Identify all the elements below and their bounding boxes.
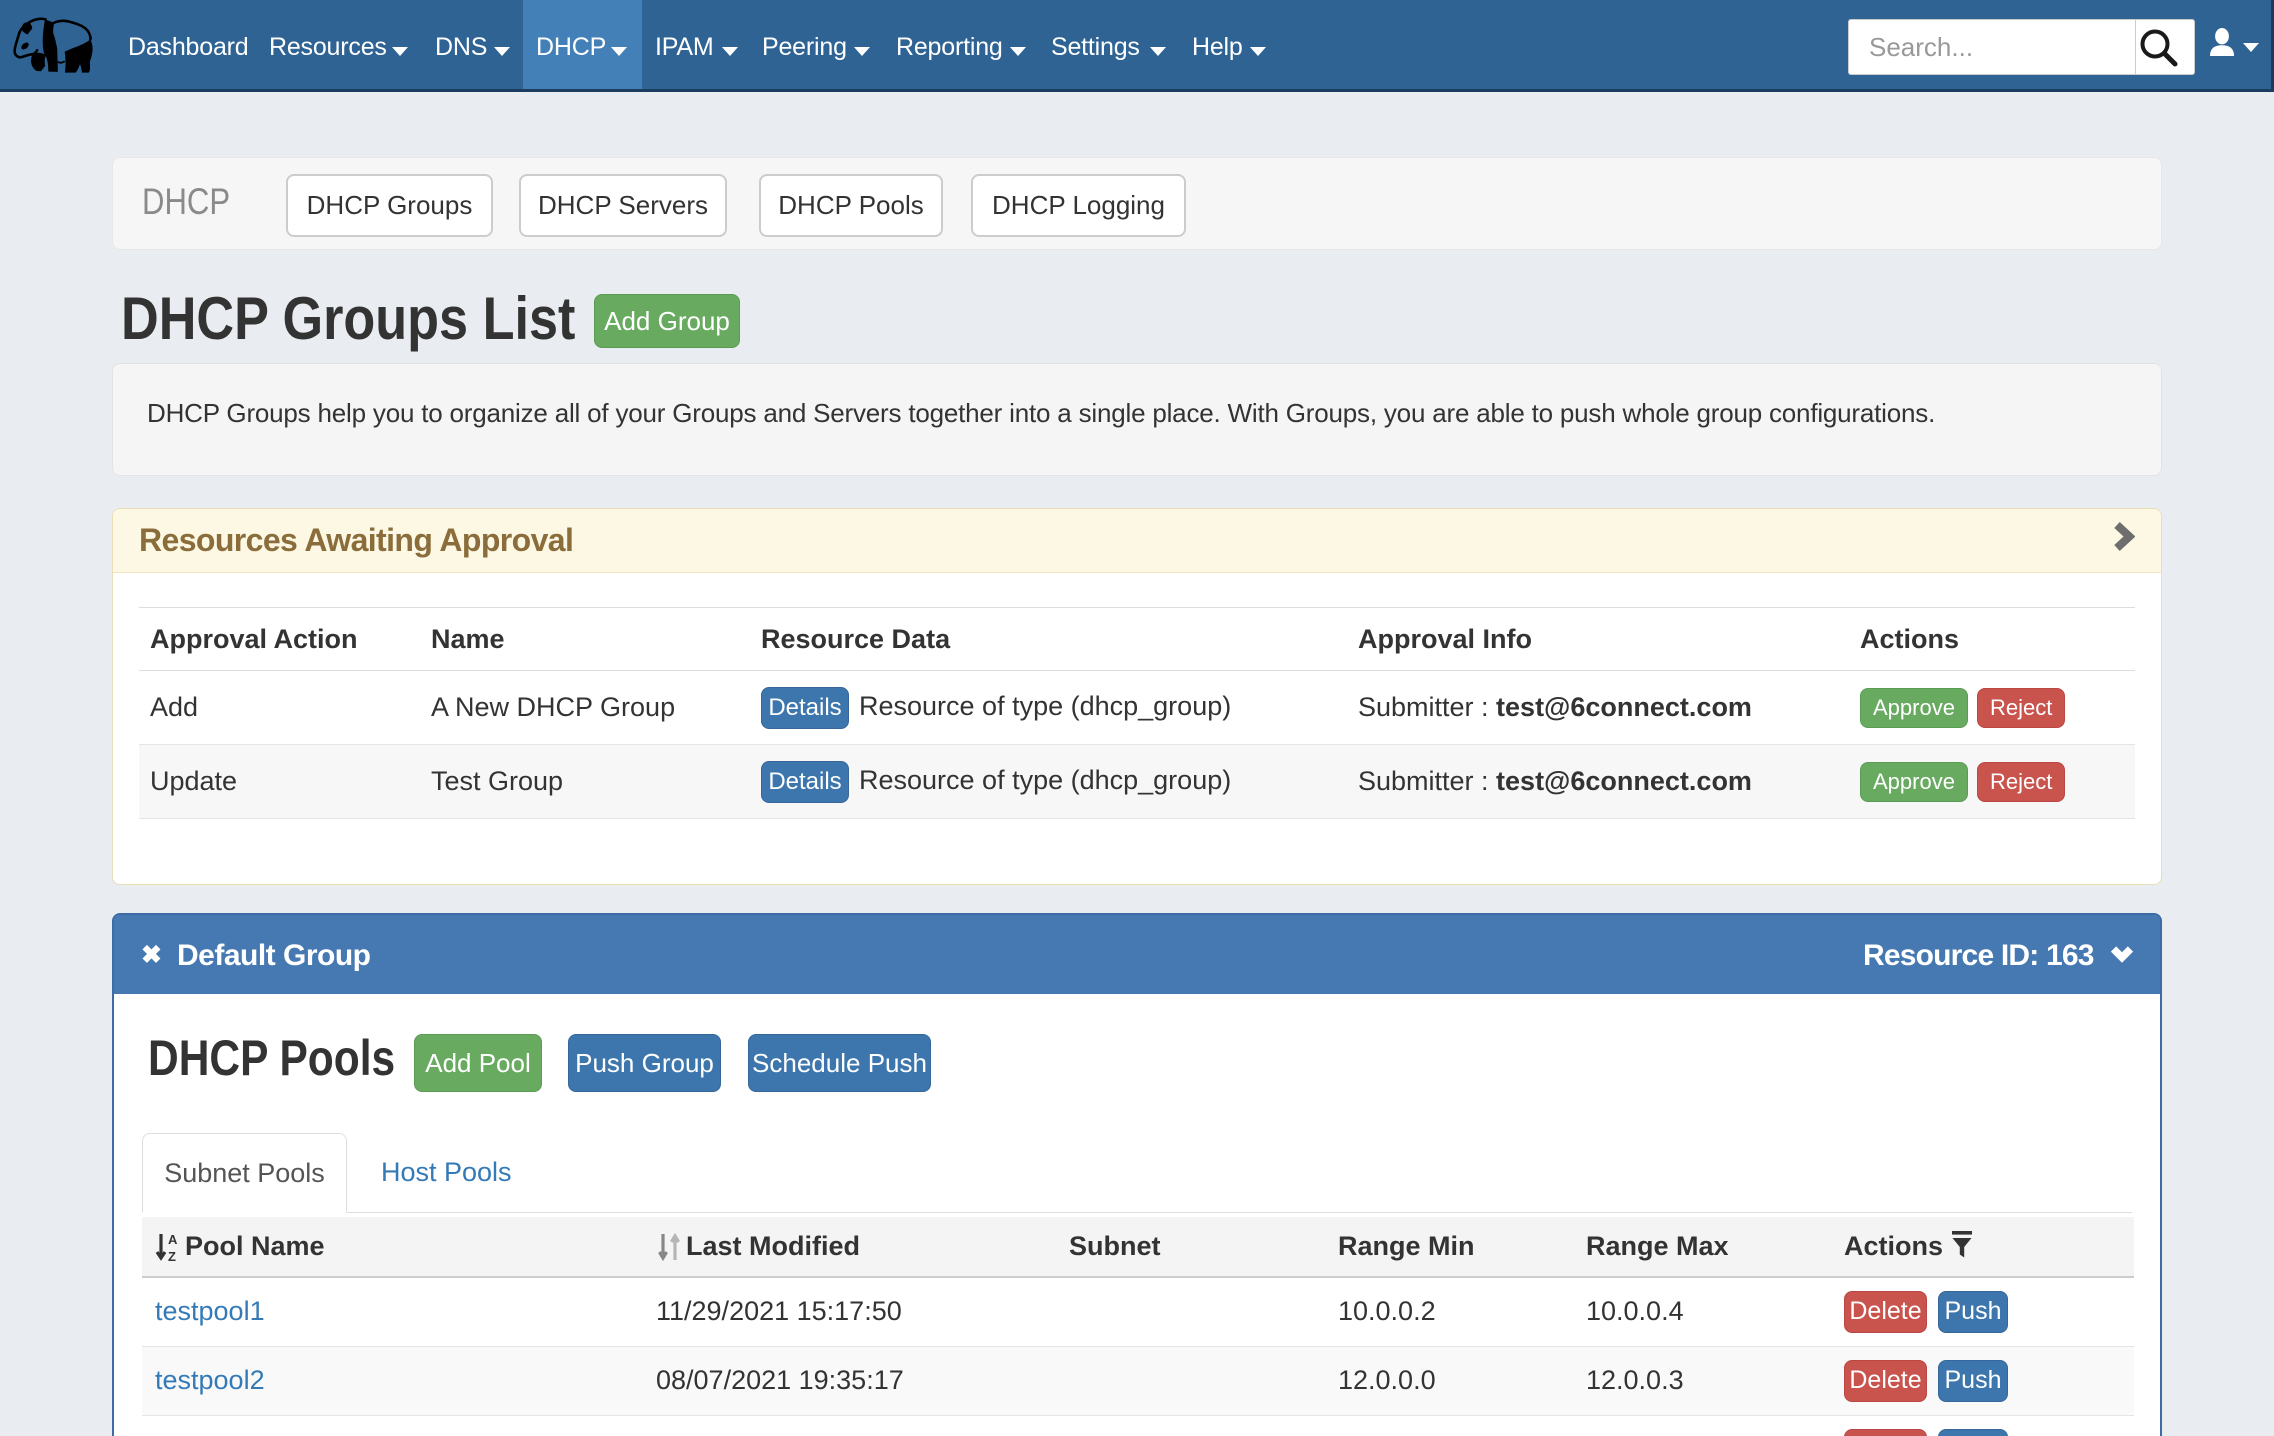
svg-text:Z: Z [168, 1249, 176, 1262]
svg-text:A: A [168, 1232, 178, 1247]
